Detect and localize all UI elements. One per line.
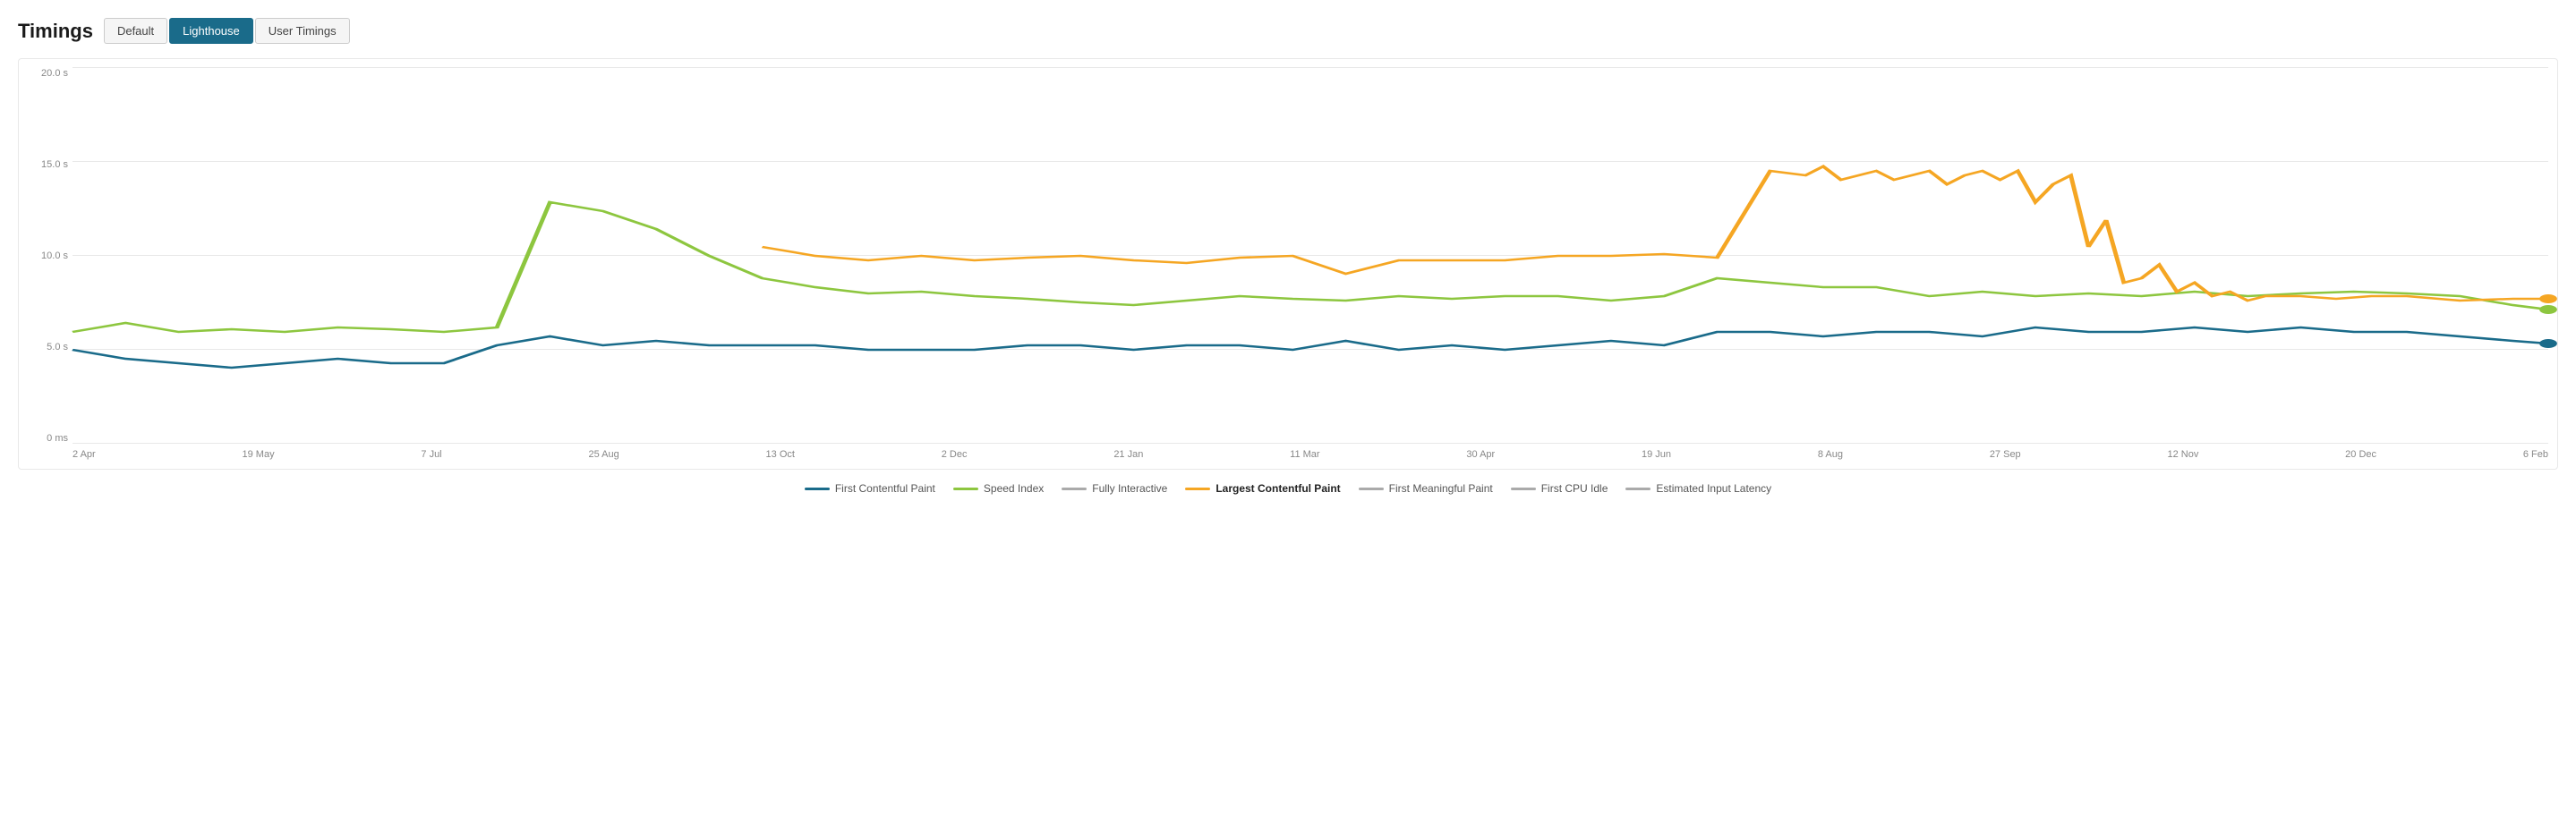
- lcp-end-dot: [2539, 294, 2557, 303]
- legend-fcp-label: First Contentful Paint: [835, 482, 935, 495]
- x-label-dec20: 20 Dec: [2345, 449, 2376, 460]
- x-label-may19: 19 May: [243, 449, 275, 460]
- x-label-dec2: 2 Dec: [942, 449, 968, 460]
- legend-lcp-label: Largest Contentful Paint: [1215, 482, 1340, 495]
- legend-eil-line: [1625, 488, 1651, 490]
- legend-fcp-line: [805, 488, 830, 490]
- legend-fmp-line: [1359, 488, 1384, 490]
- legend-fi: Fully Interactive: [1062, 482, 1167, 495]
- legend-si: Speed Index: [953, 482, 1044, 495]
- x-label-aug8: 8 Aug: [1818, 449, 1843, 460]
- si-end-dot: [2539, 305, 2557, 314]
- x-label-aug25: 25 Aug: [588, 449, 618, 460]
- y-label-5: 5.0 s: [23, 342, 68, 352]
- x-label-sep27: 27 Sep: [1990, 449, 2021, 460]
- x-label-jan21: 21 Jan: [1113, 449, 1143, 460]
- lcp-line: [763, 166, 2548, 301]
- legend-si-line: [953, 488, 978, 490]
- legend-fi-line: [1062, 488, 1087, 490]
- page-title: Timings: [18, 20, 93, 43]
- y-axis: 0 ms 5.0 s 10.0 s 15.0 s 20.0 s: [23, 68, 68, 444]
- legend-fcp: First Contentful Paint: [805, 482, 935, 495]
- y-label-0: 0 ms: [23, 433, 68, 444]
- x-label-nov12: 12 Nov: [2168, 449, 2199, 460]
- chart-area: 0 ms 5.0 s 10.0 s 15.0 s 20.0 s: [73, 68, 2548, 444]
- legend-lcp-line: [1185, 488, 1210, 490]
- x-label-oct13: 13 Oct: [766, 449, 795, 460]
- legend-fci: First CPU Idle: [1511, 482, 1608, 495]
- x-label-mar11: 11 Mar: [1290, 449, 1319, 460]
- legend-fmp: First Meaningful Paint: [1359, 482, 1493, 495]
- tab-lighthouse[interactable]: Lighthouse: [169, 18, 253, 44]
- legend-fi-label: Fully Interactive: [1092, 482, 1167, 495]
- legend-fci-line: [1511, 488, 1536, 490]
- legend-lcp: Largest Contentful Paint: [1185, 482, 1340, 495]
- fcp-end-dot: [2539, 339, 2557, 348]
- chart-svg: [73, 68, 2548, 444]
- legend-si-label: Speed Index: [984, 482, 1044, 495]
- speed-index-line: [73, 202, 2548, 332]
- tab-user-timings[interactable]: User Timings: [255, 18, 350, 44]
- y-label-10: 10.0 s: [23, 250, 68, 261]
- y-label-15: 15.0 s: [23, 159, 68, 170]
- chart-container: 0 ms 5.0 s 10.0 s 15.0 s 20.0 s: [18, 58, 2558, 470]
- legend-eil-label: Estimated Input Latency: [1656, 482, 1771, 495]
- tab-group: Default Lighthouse User Timings: [104, 18, 350, 44]
- legend: First Contentful Paint Speed Index Fully…: [18, 482, 2558, 495]
- x-label-jul7: 7 Jul: [421, 449, 441, 460]
- x-label-apr30: 30 Apr: [1466, 449, 1495, 460]
- x-label-apr2: 2 Apr: [73, 449, 96, 460]
- legend-eil: Estimated Input Latency: [1625, 482, 1771, 495]
- x-label-feb6: 6 Feb: [2523, 449, 2548, 460]
- legend-fmp-label: First Meaningful Paint: [1389, 482, 1493, 495]
- fcp-line: [73, 327, 2548, 368]
- x-label-jun19: 19 Jun: [1642, 449, 1671, 460]
- legend-fci-label: First CPU Idle: [1541, 482, 1608, 495]
- x-axis: 2 Apr 19 May 7 Jul 25 Aug 13 Oct 2 Dec 2…: [73, 449, 2548, 460]
- tab-default[interactable]: Default: [104, 18, 167, 44]
- y-label-20: 20.0 s: [23, 68, 68, 79]
